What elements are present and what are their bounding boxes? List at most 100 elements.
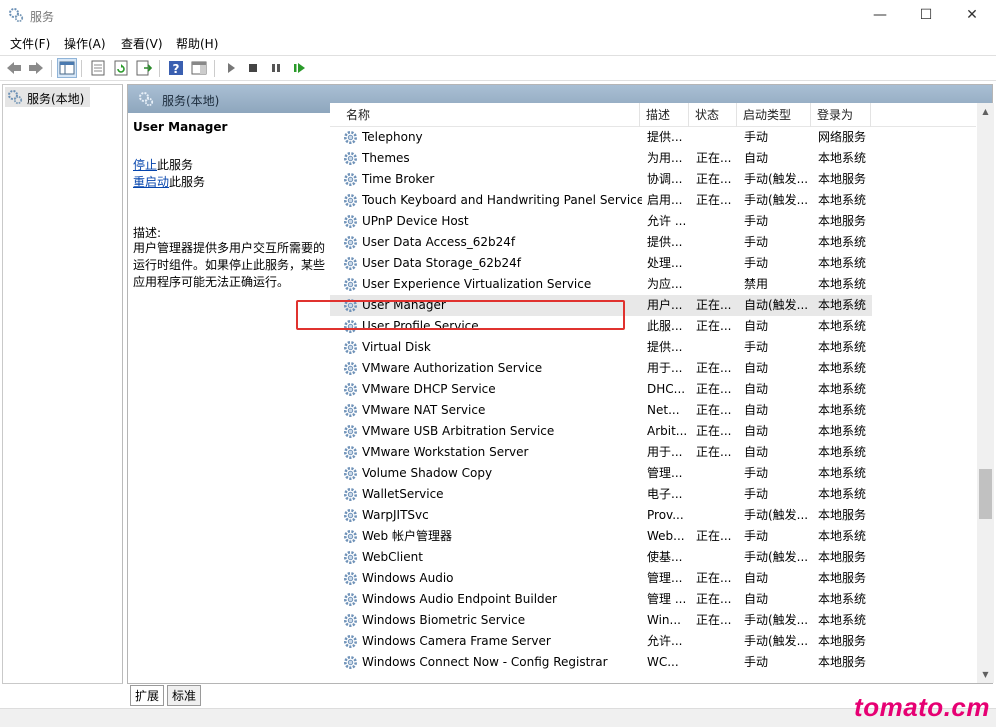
- service-status: 正在...: [696, 319, 732, 333]
- service-row[interactable]: VMware NAT Service Net... 正在... 自动 本地系统: [330, 400, 872, 421]
- column-description[interactable]: 描述: [640, 103, 689, 127]
- service-row[interactable]: Virtual Disk 提供... 手动 本地系统: [330, 337, 872, 358]
- highlight-annotation-box: [296, 300, 625, 330]
- service-row[interactable]: VMware DHCP Service DHC... 正在... 自动 本地系统: [330, 379, 872, 400]
- scroll-thumb[interactable]: [979, 469, 992, 519]
- service-row[interactable]: VMware USB Arbitration Service Arbit... 正在…: [330, 421, 872, 442]
- scroll-down-icon[interactable]: ▼: [977, 666, 994, 683]
- menu-action[interactable]: 操作(A): [64, 35, 106, 52]
- service-row[interactable]: WebClient 使基... 手动(触发... 本地服务: [330, 547, 872, 568]
- service-row[interactable]: Windows Connect Now - Config Registrar WC…: [330, 652, 872, 673]
- gear-icon: [342, 213, 359, 230]
- stop-service-icon[interactable]: [244, 59, 262, 77]
- service-description: 用于...: [647, 445, 683, 459]
- close-button[interactable]: ✕: [949, 0, 995, 30]
- service-status: [696, 337, 740, 358]
- service-name: User Data Access_62b24f: [362, 235, 516, 249]
- toolbar-separator: [159, 60, 160, 77]
- service-row[interactable]: Windows Audio Endpoint Builder 管理 ... 正在..…: [330, 589, 872, 610]
- start-service-icon[interactable]: [222, 59, 240, 77]
- stop-service-link[interactable]: 停止: [133, 158, 157, 172]
- vertical-scrollbar[interactable]: ▲ ▼: [977, 103, 994, 683]
- menu-view[interactable]: 查看(V): [121, 35, 163, 52]
- export-list-icon[interactable]: [135, 59, 153, 77]
- service-startup-type: 自动(触发...: [744, 298, 809, 312]
- toolbar: ?: [0, 55, 996, 81]
- service-name: Virtual Disk: [362, 340, 431, 354]
- service-row[interactable]: VMware Workstation Server 用于... 正在... 自动 本地系…: [330, 442, 872, 463]
- service-logon-as: 本地系统: [818, 256, 867, 270]
- service-startup-type: 手动: [744, 235, 769, 249]
- pause-service-icon[interactable]: [267, 59, 285, 77]
- show-hide-action-pane-icon[interactable]: [190, 59, 208, 77]
- service-row[interactable]: Time Broker 协调... 正在... 手动(触发... 本地服务: [330, 169, 872, 190]
- service-row[interactable]: Telephony 提供... 手动 网络服务: [330, 127, 872, 148]
- service-status: 正在...: [696, 382, 732, 396]
- service-row[interactable]: Themes 为用... 正在... 自动 本地系统: [330, 148, 872, 169]
- tab-standard[interactable]: 标准: [167, 685, 202, 706]
- scroll-up-icon[interactable]: ▲: [977, 103, 994, 120]
- column-startup-type[interactable]: 启动类型: [737, 103, 811, 127]
- column-logon-as[interactable]: 登录为: [811, 103, 871, 127]
- title-bar: 服务 — ☐ ✕: [0, 0, 996, 32]
- service-logon-as: 本地服务: [818, 214, 867, 228]
- service-startup-type: 自动: [744, 445, 769, 459]
- service-startup-type: 手动(触发...: [744, 508, 809, 522]
- restart-action-suffix: 此服务: [169, 175, 206, 189]
- gear-icon: [342, 528, 359, 545]
- tab-extended[interactable]: 扩展: [130, 685, 165, 706]
- service-logon-as: 本地系统: [818, 361, 867, 375]
- gear-icon: [342, 192, 359, 209]
- service-row[interactable]: Windows Camera Frame Server 允许... 手动(触发...…: [330, 631, 872, 652]
- tree-item-services-local[interactable]: 服务(本地): [5, 87, 90, 107]
- service-row[interactable]: User Data Access_62b24f 提供... 手动 本地系统: [330, 232, 872, 253]
- services-pane: 服务(本地) User Manager 停止此服务 重启动此服务 描述: 用户管…: [127, 84, 994, 684]
- service-status: 正在...: [696, 424, 732, 438]
- maximize-button[interactable]: ☐: [903, 0, 949, 30]
- service-description: 为应...: [647, 277, 683, 291]
- service-row[interactable]: Volume Shadow Copy 管理... 手动 本地系统: [330, 463, 872, 484]
- service-logon-as: 本地系统: [818, 382, 867, 396]
- menu-file[interactable]: 文件(F): [10, 35, 50, 52]
- gear-icon: [342, 507, 359, 524]
- restart-service-icon[interactable]: [290, 59, 308, 77]
- service-description: 为用...: [647, 151, 683, 165]
- console-tree: 服务(本地): [2, 84, 123, 684]
- service-status: 正在...: [696, 151, 732, 165]
- service-startup-type: 手动(触发...: [744, 193, 809, 207]
- service-name: VMware NAT Service: [362, 403, 486, 417]
- service-description: 管理...: [647, 571, 683, 585]
- service-row[interactable]: Windows Audio 管理... 正在... 自动 本地服务: [330, 568, 872, 589]
- column-status[interactable]: 状态: [689, 103, 737, 127]
- service-row[interactable]: Web 帐户管理器 Web... 正在... 手动 本地系统: [330, 526, 872, 547]
- minimize-button[interactable]: —: [857, 0, 903, 30]
- service-startup-type: 自动: [744, 592, 769, 606]
- service-status: [696, 652, 740, 673]
- service-row[interactable]: Touch Keyboard and Handwriting Panel Ser…: [330, 190, 872, 211]
- service-description: 提供...: [647, 340, 683, 354]
- service-startup-type: 手动: [744, 466, 769, 480]
- service-startup-type: 自动: [744, 319, 769, 333]
- refresh-icon[interactable]: [112, 59, 130, 77]
- back-arrow-icon[interactable]: [5, 59, 23, 77]
- service-row[interactable]: User Data Storage_62b24f 处理... 手动 本地系统: [330, 253, 872, 274]
- service-row[interactable]: UPnP Device Host 允许 ... 手动 本地服务: [330, 211, 872, 232]
- service-row[interactable]: User Experience Virtualization Service 为应…: [330, 274, 872, 295]
- gear-icon: [342, 360, 359, 377]
- restart-service-link[interactable]: 重启动: [133, 175, 169, 189]
- column-name[interactable]: 名称: [340, 103, 640, 127]
- window-title: 服务: [30, 10, 55, 24]
- service-row[interactable]: VMware Authorization Service 用于... 正在... 自动…: [330, 358, 872, 379]
- forward-arrow-icon[interactable]: [27, 59, 45, 77]
- service-name: Volume Shadow Copy: [362, 466, 493, 480]
- service-row[interactable]: WalletService 电子... 手动 本地系统: [330, 484, 872, 505]
- service-status: [696, 232, 740, 253]
- menu-help[interactable]: 帮助(H): [176, 35, 218, 52]
- service-row[interactable]: WarpJITSvc Prov... 手动(触发... 本地服务: [330, 505, 872, 526]
- service-row[interactable]: Windows Biometric Service Win... 正在... 手动(触…: [330, 610, 872, 631]
- service-name: UPnP Device Host: [362, 214, 469, 228]
- console-tree-icon[interactable]: [57, 58, 77, 78]
- properties-icon[interactable]: [89, 59, 107, 77]
- help-icon[interactable]: ?: [167, 59, 185, 77]
- service-logon-as: 本地服务: [818, 655, 867, 669]
